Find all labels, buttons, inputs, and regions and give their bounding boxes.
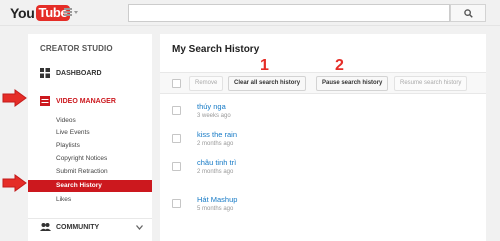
sidebar-item-community[interactable]: COMMUNITY (40, 222, 99, 232)
history-timestamp: 2 months ago (197, 169, 234, 175)
remove-button[interactable]: Remove (189, 76, 223, 91)
history-timestamp: 3 weeks ago (197, 113, 231, 119)
sidebar-subitem-search-history[interactable]: Search History (28, 180, 152, 192)
search-icon (463, 8, 473, 18)
pause-history-button[interactable]: Pause search history (316, 76, 389, 91)
history-query-link[interactable]: Hát Mashup (197, 195, 237, 204)
video-manager-label: VIDEO MANAGER (56, 97, 116, 105)
history-item-checkbox[interactable] (172, 134, 181, 143)
sidebar-item-dashboard[interactable]: DASHBOARD (40, 68, 102, 78)
sidebar: CREATOR STUDIO DASHBOARD VIDEO MANAGER V… (28, 34, 152, 241)
menu-icon (64, 8, 72, 16)
history-timestamp: 2 months ago (197, 141, 234, 147)
sidebar-item-video-manager[interactable]: VIDEO MANAGER (40, 96, 116, 106)
history-timestamp: 5 months ago (197, 206, 234, 212)
guide-menu-button[interactable] (64, 7, 78, 19)
sidebar-subitem-submit-retraction[interactable]: Submit Retraction (56, 166, 108, 178)
video-manager-icon (40, 96, 50, 106)
caret-down-icon (74, 11, 78, 14)
arrow-right-icon (2, 174, 27, 192)
history-query-link[interactable]: châu tinh trì (197, 158, 236, 167)
youtube-logo[interactable]: You Tube (10, 4, 71, 21)
history-item-checkbox[interactable] (172, 162, 181, 171)
list-item: kiss the rain 2 months ago (160, 128, 486, 154)
sidebar-divider (28, 218, 152, 219)
history-query-link[interactable]: thúy nga (197, 102, 226, 111)
logo-you-text: You (10, 4, 35, 21)
dashboard-icon (40, 68, 50, 78)
chevron-down-icon[interactable] (136, 225, 143, 230)
main-panel: My Search History 1 2 Remove Clear all s… (160, 34, 486, 241)
creator-studio-title: CREATOR STUDIO (40, 44, 113, 53)
page-title: My Search History (172, 44, 260, 55)
clear-all-history-button[interactable]: Clear all search history (228, 76, 307, 91)
arrow-right-icon (2, 89, 27, 107)
list-item: châu tinh trì 2 months ago (160, 156, 486, 182)
sidebar-subitem-likes[interactable]: Likes (56, 194, 71, 206)
top-bar: You Tube (0, 0, 500, 26)
list-item: thúy nga 3 weeks ago (160, 100, 486, 126)
sidebar-subitem-videos[interactable]: Videos (56, 115, 76, 127)
community-icon (40, 222, 51, 232)
dashboard-label: DASHBOARD (56, 69, 102, 77)
community-label: COMMUNITY (56, 223, 100, 231)
history-query-link[interactable]: kiss the rain (197, 130, 237, 139)
resume-history-button[interactable]: Resume search history (394, 76, 468, 91)
sidebar-subitem-playlists[interactable]: Playlists (56, 140, 80, 152)
select-all-checkbox[interactable] (172, 79, 181, 88)
search-input[interactable] (128, 4, 450, 22)
history-item-checkbox[interactable] (172, 106, 181, 115)
sidebar-subitem-live-events[interactable]: Live Events (56, 127, 90, 139)
history-toolbar: Remove Clear all search history Pause se… (160, 72, 486, 94)
search-button[interactable] (450, 4, 486, 22)
history-item-checkbox[interactable] (172, 199, 181, 208)
sidebar-subitem-copyright-notices[interactable]: Copyright Notices (56, 153, 107, 165)
list-item: Hát Mashup 5 months ago (160, 193, 486, 219)
